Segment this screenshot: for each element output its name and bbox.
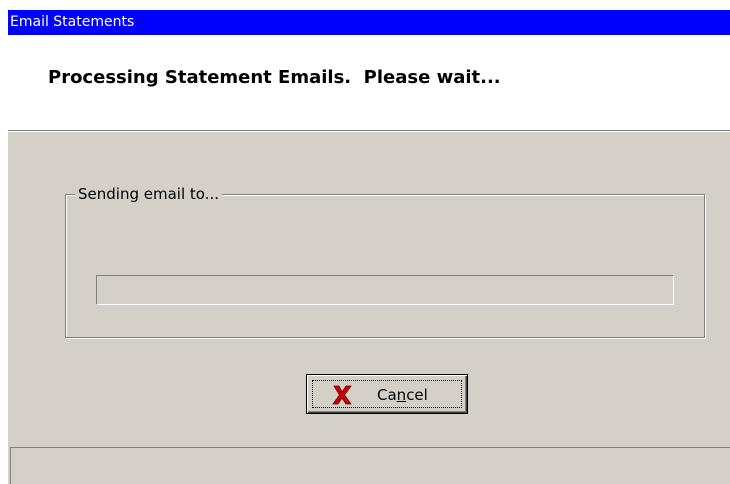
header-separator [8,130,730,132]
progress-bar [96,275,674,305]
status-bar [10,447,730,484]
red-x-icon [332,385,352,405]
window-title: Email Statements [10,14,135,30]
cancel-button[interactable]: Cancel [306,374,468,414]
processing-message: Processing Statement Emails. Please wait… [48,67,501,88]
email-statements-dialog: Email Statements Processing Statement Em… [8,10,730,484]
title-bar[interactable]: Email Statements [8,10,730,35]
sending-groupbox [65,194,705,338]
cancel-button-label: Cancel [377,386,428,404]
sending-email-label: Sending email to... [75,184,222,204]
